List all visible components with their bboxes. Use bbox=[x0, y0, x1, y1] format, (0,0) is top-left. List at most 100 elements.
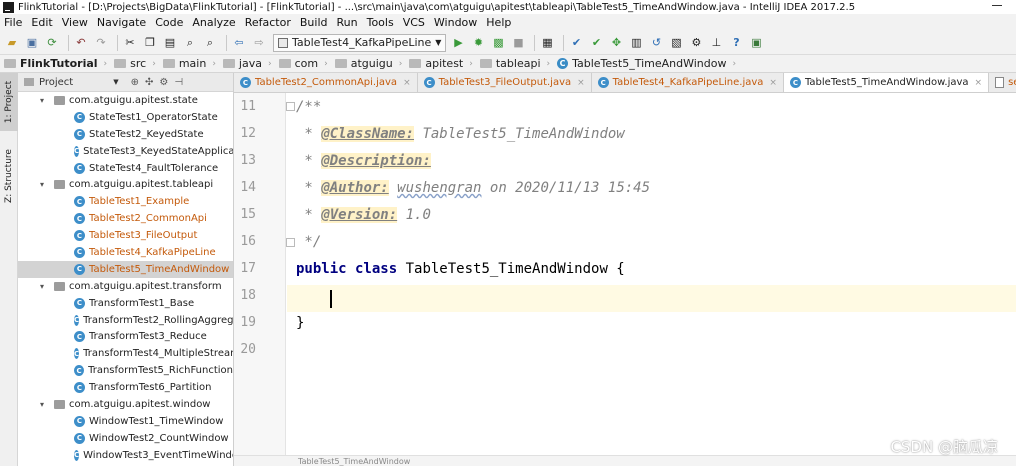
tree-package-row[interactable]: ▾ com.atguigu.apitest.tableapi bbox=[18, 176, 233, 193]
close-icon[interactable]: × bbox=[577, 78, 585, 88]
hide-icon[interactable]: ⊣ bbox=[174, 77, 183, 88]
menu-navigate[interactable]: Navigate bbox=[97, 16, 146, 29]
folder-open-icon[interactable]: ▰ bbox=[4, 35, 20, 51]
menu-file[interactable]: File bbox=[4, 16, 22, 29]
expand-arrow-icon[interactable]: ▾ bbox=[40, 96, 54, 105]
sync-icon[interactable]: ⊕ bbox=[131, 77, 139, 88]
menu-help[interactable]: Help bbox=[486, 16, 511, 29]
tree-class-row[interactable]: C TableTest3_FileOutput bbox=[18, 227, 233, 244]
breadcrumb-com[interactable]: com › bbox=[278, 57, 333, 70]
menu-code[interactable]: Code bbox=[155, 16, 183, 29]
chevron-down-icon[interactable]: ▼ bbox=[113, 78, 118, 86]
expand-arrow-icon[interactable]: ▾ bbox=[40, 282, 54, 291]
breadcrumb-project[interactable]: FlinkTutorial › bbox=[4, 57, 112, 70]
tree-class-row[interactable]: C TransformTest5_RichFunction bbox=[18, 362, 233, 379]
tree-class-row[interactable]: C WindowTest3_EventTimeWindow bbox=[18, 447, 233, 464]
plugins-icon[interactable]: ▣ bbox=[748, 35, 764, 51]
menu-refactor[interactable]: Refactor bbox=[245, 16, 291, 29]
breadcrumb-src[interactable]: src › bbox=[114, 57, 161, 70]
sync-icon[interactable]: ⟳ bbox=[44, 35, 60, 51]
close-icon[interactable]: × bbox=[403, 78, 411, 88]
editor-tab[interactable]: C TableTest5_TimeAndWindow.java × bbox=[783, 73, 990, 92]
tree-package-row[interactable]: ▾ com.atguigu.apitest.transform bbox=[18, 278, 233, 295]
breadcrumb-atguigu[interactable]: atguigu › bbox=[334, 57, 408, 70]
revert-icon[interactable]: ↺ bbox=[648, 35, 664, 51]
minimize-button[interactable] bbox=[992, 5, 1002, 6]
editor-tab[interactable]: C TableTest2_CommonApi.java × bbox=[234, 73, 418, 92]
settings-icon[interactable]: ⚙ bbox=[688, 35, 704, 51]
project-tool-button[interactable]: 1: Project bbox=[0, 73, 18, 131]
menu-tools[interactable]: Tools bbox=[367, 16, 394, 29]
expand-arrow-icon[interactable]: ▾ bbox=[40, 400, 54, 409]
replace-icon[interactable]: ⌕ bbox=[202, 35, 218, 51]
find-icon[interactable]: ⌕ bbox=[182, 35, 198, 51]
chevron-right-icon: › bbox=[103, 58, 108, 69]
debug-icon[interactable]: ✹ bbox=[470, 35, 486, 51]
tree-item-label: TransformTest2_RollingAggregat bbox=[83, 314, 234, 326]
tree-class-row[interactable]: C StateTest3_KeyedStateApplicatio bbox=[18, 143, 233, 160]
tree-item-label: TransformTest3_Reduce bbox=[89, 331, 207, 343]
tree-class-row[interactable]: C TableTest5_TimeAndWindow bbox=[18, 260, 233, 278]
stop-icon[interactable]: ■ bbox=[510, 35, 526, 51]
settings-icon[interactable]: ⚙ bbox=[159, 77, 168, 88]
tree-class-row[interactable]: C WindowTest2_CountWindow bbox=[18, 430, 233, 447]
menu-edit[interactable]: Edit bbox=[31, 16, 52, 29]
tree-class-row[interactable]: C TableTest1_Example bbox=[18, 193, 233, 210]
tree-package-row[interactable]: ▾ com.atguigu.apitest.window bbox=[18, 396, 233, 413]
menu-run[interactable]: Run bbox=[337, 16, 358, 29]
structure-tool-button[interactable]: Z: Structure bbox=[0, 145, 18, 207]
forward-icon[interactable]: ⇨ bbox=[251, 35, 267, 51]
menu-build[interactable]: Build bbox=[300, 16, 328, 29]
run-icon[interactable]: ▶ bbox=[450, 35, 466, 51]
breadcrumb-class[interactable]: C TableTest5_TimeAndWindow › bbox=[557, 57, 741, 70]
back-icon[interactable]: ⇦ bbox=[231, 35, 247, 51]
menu-view[interactable]: View bbox=[62, 16, 88, 29]
project-panel-header: Project ▼ ⊕ ✣ ⚙ ⊣ bbox=[18, 73, 233, 92]
cut-icon[interactable]: ✂ bbox=[122, 35, 138, 51]
breadcrumb-main[interactable]: main › bbox=[162, 57, 221, 70]
editor-tab[interactable]: sensor.txt× bbox=[989, 73, 1016, 92]
collapse-all-icon[interactable]: ✣ bbox=[145, 77, 153, 88]
vcs-compare-icon[interactable]: ✥ bbox=[608, 35, 624, 51]
vcs-commit-icon[interactable]: ✔ bbox=[588, 35, 604, 51]
editor-tab[interactable]: C TableTest3_FileOutput.java × bbox=[418, 73, 592, 92]
breadcrumb-tableapi[interactable]: tableapi › bbox=[479, 57, 555, 70]
tree-class-row[interactable]: C TransformTest1_Base bbox=[18, 295, 233, 312]
tree-class-row[interactable]: C TransformTest4_MultipleStreams bbox=[18, 345, 233, 362]
tree-class-row[interactable]: C StateTest4_FaultTolerance bbox=[18, 160, 233, 177]
breadcrumb-apitest[interactable]: apitest › bbox=[409, 57, 478, 70]
bookmarks-icon[interactable]: ⊥ bbox=[708, 35, 724, 51]
code-editor[interactable]: 11 12 13 14 15 16 17 18 19 20 /** * @Cla… bbox=[234, 93, 1016, 455]
project-structure-icon[interactable]: ▦ bbox=[539, 35, 555, 51]
coverage-icon[interactable]: ▩ bbox=[490, 35, 506, 51]
class-icon: C bbox=[74, 331, 85, 343]
expand-arrow-icon[interactable]: ▾ bbox=[40, 180, 54, 189]
sdk-icon[interactable]: ▧ bbox=[668, 35, 684, 51]
editor-tab[interactable]: C TableTest4_KafkaPipeLine.java × bbox=[592, 73, 784, 92]
menu-analyze[interactable]: Analyze bbox=[192, 16, 235, 29]
menu-window[interactable]: Window bbox=[434, 16, 477, 29]
menu-vcs[interactable]: VCS bbox=[403, 16, 425, 29]
close-icon[interactable]: × bbox=[769, 78, 777, 88]
project-view-icon bbox=[24, 78, 34, 86]
paste-icon[interactable]: ▤ bbox=[162, 35, 178, 51]
tree-class-row[interactable]: C TableTest4_KafkaPipeLine bbox=[18, 244, 233, 261]
help-icon[interactable]: ? bbox=[728, 35, 744, 51]
vcs-history-icon[interactable]: ▥ bbox=[628, 35, 644, 51]
undo-icon[interactable]: ↶ bbox=[73, 35, 89, 51]
close-icon[interactable]: × bbox=[975, 78, 983, 88]
vcs-update-icon[interactable]: ✔ bbox=[568, 35, 584, 51]
tree-package-row[interactable]: ▾ com.atguigu.apitest.state bbox=[18, 92, 233, 109]
tree-class-row[interactable]: C StateTest1_OperatorState bbox=[18, 109, 233, 126]
redo-icon[interactable]: ↷ bbox=[93, 35, 109, 51]
breadcrumb-java[interactable]: java › bbox=[222, 57, 277, 70]
copy-icon[interactable]: ❐ bbox=[142, 35, 158, 51]
tree-class-row[interactable]: C TransformTest2_RollingAggregat bbox=[18, 312, 233, 329]
tree-class-row[interactable]: C StateTest2_KeyedState bbox=[18, 126, 233, 143]
tree-class-row[interactable]: C TransformTest3_Reduce bbox=[18, 328, 233, 345]
tree-class-row[interactable]: C TableTest2_CommonApi bbox=[18, 210, 233, 227]
run-configuration-select[interactable]: TableTest4_KafkaPipeLine ▼ bbox=[273, 33, 447, 52]
tree-class-row[interactable]: C WindowTest1_TimeWindow bbox=[18, 413, 233, 430]
save-icon[interactable]: ▣ bbox=[24, 35, 40, 51]
tree-class-row[interactable]: C TransformTest6_Partition bbox=[18, 379, 233, 396]
